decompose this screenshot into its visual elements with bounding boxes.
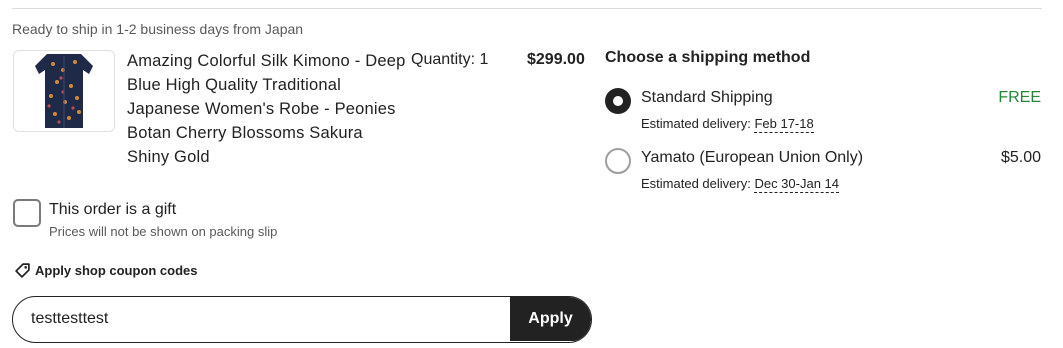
coupon-link-label: Apply shop coupon codes (35, 263, 198, 278)
item-price: $299.00 (527, 51, 585, 68)
estimate-label: Estimated delivery: (641, 116, 751, 131)
shipping-option-name[interactable]: Standard Shipping (641, 89, 773, 107)
gift-label[interactable]: This order is a gift (49, 201, 176, 219)
radio-standard-shipping[interactable] (605, 88, 631, 114)
shipping-option-price: $5.00 (1000, 149, 1041, 166)
ship-time-note: Ready to ship in 1-2 business days from … (12, 21, 304, 37)
shipping-option-estimate: Estimated delivery: Feb 17-18 (641, 116, 814, 133)
kimono-image-icon (35, 54, 93, 128)
radio-yamato-shipping[interactable] (605, 148, 631, 174)
apply-button[interactable]: Apply (510, 297, 591, 341)
gift-sublabel: Prices will not be shown on packing slip (49, 224, 278, 239)
item-title[interactable]: Amazing Colorful Silk Kimono - Deep Blue… (127, 49, 407, 169)
coupon-input[interactable] (13, 297, 511, 341)
tag-icon (15, 263, 30, 278)
estimate-date[interactable]: Feb 17-18 (754, 116, 814, 133)
shipping-option-estimate: Estimated delivery: Dec 30-Jan 14 (641, 176, 840, 193)
item-thumbnail[interactable] (13, 50, 115, 132)
coupon-form: Apply (12, 296, 592, 343)
shipping-heading: Choose a shipping method (605, 49, 811, 66)
shipping-option-name[interactable]: Yamato (European Union Only) (641, 149, 863, 167)
top-divider (12, 8, 1042, 9)
coupon-link[interactable]: Apply shop coupon codes (14, 262, 198, 279)
estimate-date[interactable]: Dec 30-Jan 14 (754, 176, 840, 193)
shipping-option-price: FREE (998, 89, 1041, 106)
item-quantity: Quantity: 1 (411, 51, 489, 68)
estimate-label: Estimated delivery: (641, 176, 751, 191)
gift-checkbox[interactable] (13, 199, 41, 227)
